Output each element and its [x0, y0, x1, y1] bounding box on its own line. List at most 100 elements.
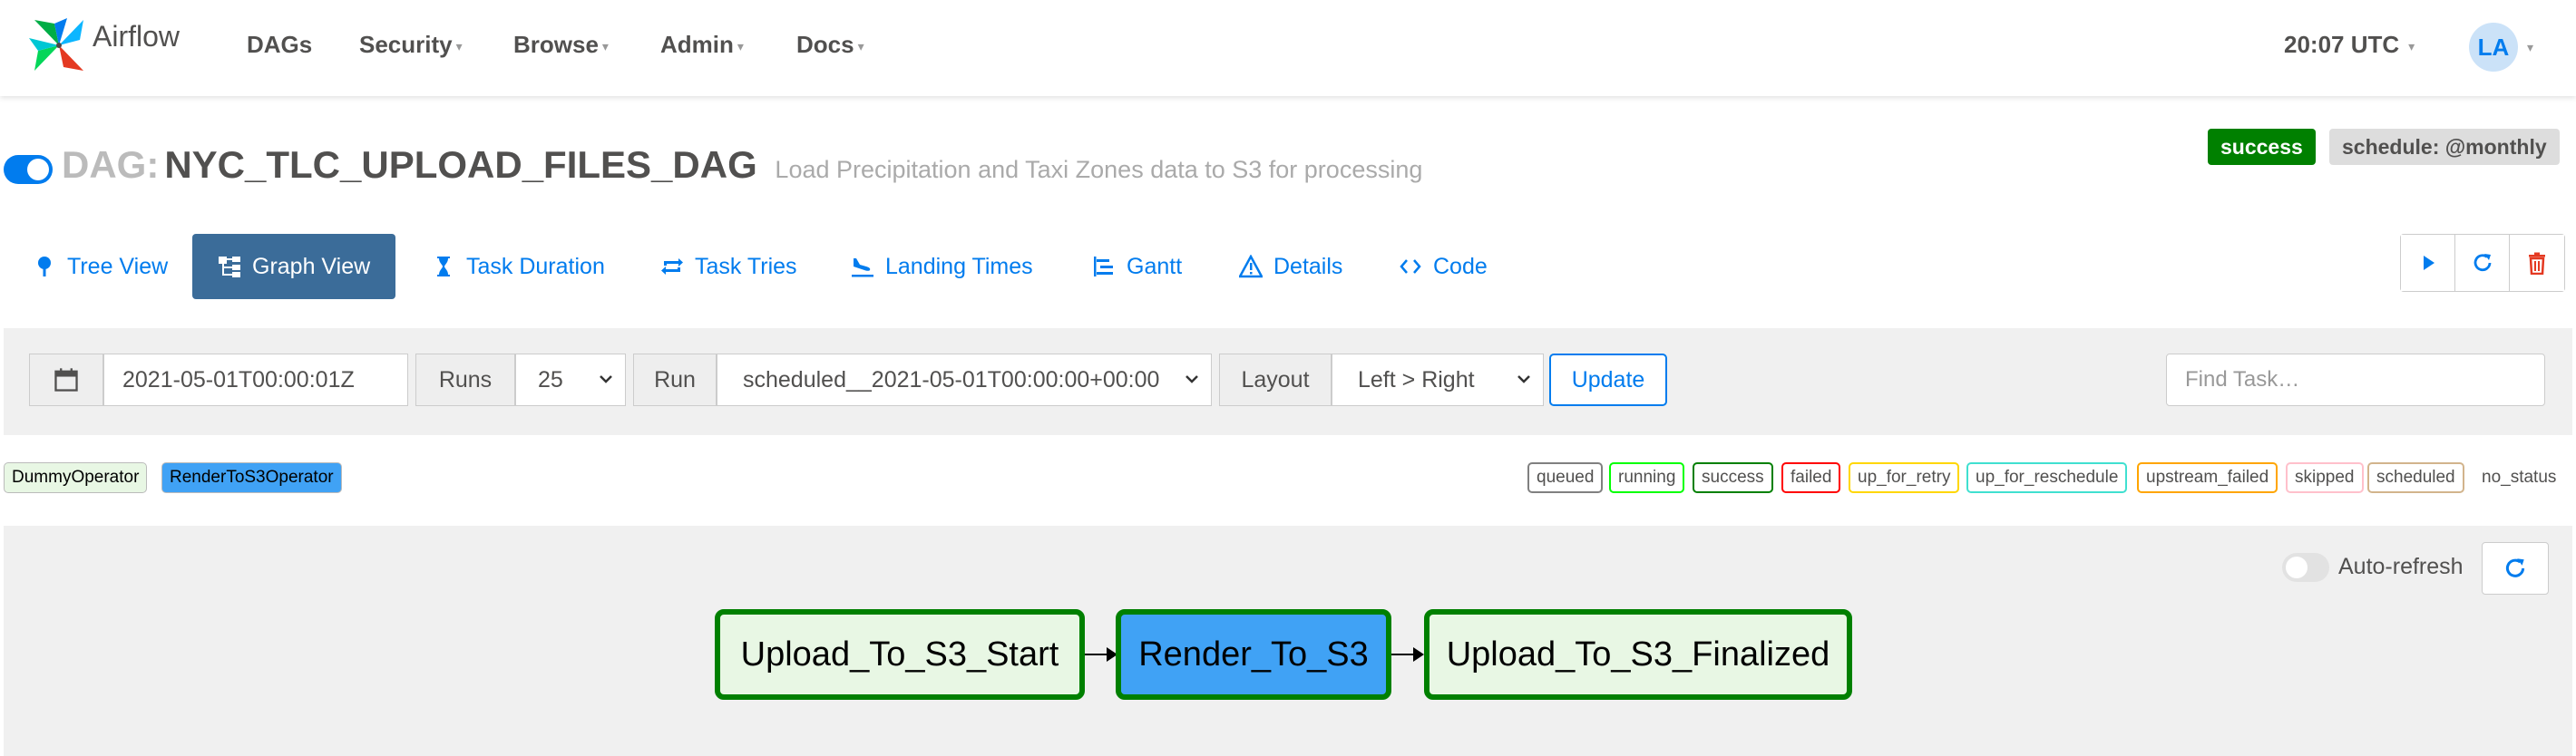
- task-node-upload-finalized[interactable]: Upload_To_S3_Finalized: [1424, 609, 1852, 700]
- tab-label: Code: [1433, 253, 1488, 279]
- legend-state-running: running: [1609, 462, 1685, 493]
- caret-down-icon: ▾: [601, 38, 609, 53]
- play-icon: [2423, 256, 2435, 270]
- tab-graph-view[interactable]: Graph View: [192, 234, 396, 299]
- warning-triangle-icon: [1239, 255, 1263, 278]
- legend-label: queued: [1537, 468, 1595, 487]
- airflow-logo[interactable]: Airflow: [27, 15, 180, 76]
- find-task-input[interactable]: Find Task…: [2166, 354, 2545, 406]
- update-button[interactable]: Update: [1549, 354, 1667, 406]
- refresh-dag-button[interactable]: [2455, 235, 2510, 291]
- task-node-label: Upload_To_S3_Finalized: [1446, 635, 1830, 674]
- tab-task-tries[interactable]: Task Tries: [660, 234, 797, 299]
- legend-label: up_for_retry: [1858, 468, 1951, 487]
- nav-docs[interactable]: Docs ▾: [796, 31, 864, 59]
- tab-code[interactable]: Code: [1399, 234, 1488, 299]
- caret-down-icon: ▾: [2408, 38, 2415, 53]
- tab-label: Tree View: [67, 253, 169, 279]
- run-value: scheduled__2021-05-01T00:00:00+00:00: [743, 366, 1160, 393]
- auto-refresh-label: Auto-refresh: [2338, 554, 2464, 579]
- legend-state-upstream-failed: upstream_failed: [2137, 462, 2278, 493]
- tab-label: Gantt: [1127, 253, 1183, 279]
- calendar-button[interactable]: [29, 354, 103, 406]
- timezone-dropdown[interactable]: 20:07 UTC ▾: [2284, 31, 2415, 59]
- task-node-render[interactable]: Render_To_S3: [1116, 609, 1391, 700]
- code-icon: [1400, 259, 1421, 274]
- legend-label: scheduled: [2376, 468, 2455, 487]
- runs-label-text: Runs: [438, 366, 493, 393]
- dag-pause-toggle[interactable]: [4, 155, 53, 184]
- tree-icon: [38, 257, 51, 276]
- task-node-upload-start[interactable]: Upload_To_S3_Start: [715, 609, 1085, 700]
- layout-label: Layout: [1219, 354, 1332, 406]
- legend-state-success: success: [1693, 462, 1773, 493]
- tab-label: Landing Times: [885, 253, 1033, 279]
- tab-tree-view[interactable]: Tree View: [33, 234, 168, 299]
- plane-landing-icon: [852, 258, 873, 277]
- tab-gantt[interactable]: Gantt: [1092, 234, 1182, 299]
- tab-label: Graph View: [252, 253, 371, 279]
- current-time: 20:07 UTC: [2284, 31, 2400, 58]
- dag-title: DAG: NYC_TLC_UPLOAD_FILES_DAG Load Precip…: [62, 143, 1422, 187]
- tab-task-duration[interactable]: Task Duration: [432, 234, 605, 299]
- task-node-label: Upload_To_S3_Start: [740, 635, 1059, 674]
- nav-admin[interactable]: Admin ▾: [660, 31, 744, 59]
- delete-dag-button[interactable]: [2510, 235, 2564, 291]
- legend-label: running: [1618, 468, 1676, 487]
- chevron-down-icon: [600, 375, 612, 383]
- graph-icon: [219, 257, 240, 277]
- user-avatar[interactable]: LA: [2469, 23, 2518, 72]
- run-select[interactable]: scheduled__2021-05-01T00:00:00+00:00: [717, 354, 1212, 406]
- base-date-input[interactable]: 2021-05-01T00:00:01Z: [103, 354, 408, 406]
- legend-label: RenderToS3Operator: [170, 468, 334, 487]
- refresh-icon: [2474, 254, 2491, 272]
- run-label: Run: [633, 354, 717, 406]
- find-task-placeholder: Find Task…: [2185, 367, 2300, 392]
- runs-value: 25: [538, 366, 563, 393]
- refresh-icon: [2505, 558, 2525, 577]
- legend-state-failed: failed: [1781, 462, 1841, 493]
- nav-docs-label: Docs: [796, 31, 854, 58]
- calendar-icon: [54, 368, 78, 392]
- legend-state-scheduled: scheduled: [2367, 462, 2464, 493]
- graph-refresh-button[interactable]: [2482, 542, 2549, 595]
- pinwheel-icon: [29, 18, 83, 71]
- legend-render-operator: RenderToS3Operator: [161, 462, 342, 493]
- trigger-dag-button[interactable]: [2401, 235, 2455, 291]
- schedule-badge: schedule: @monthly: [2329, 129, 2560, 165]
- tab-landing-times[interactable]: Landing Times: [851, 234, 1033, 299]
- dag-state-badge: success: [2208, 129, 2316, 165]
- runs-select[interactable]: 25: [515, 354, 626, 406]
- run-label-text: Run: [654, 366, 696, 393]
- trash-icon: [2529, 252, 2545, 275]
- nav-security[interactable]: Security ▾: [359, 31, 463, 59]
- auto-refresh-toggle[interactable]: [2282, 553, 2329, 582]
- legend-state-up-for-retry: up_for_retry: [1849, 462, 1960, 493]
- layout-select[interactable]: Left > Right: [1332, 354, 1544, 406]
- caret-down-icon[interactable]: ▾: [2527, 40, 2533, 55]
- tab-label: Details: [1273, 253, 1343, 279]
- nav-dags[interactable]: DAGs: [247, 31, 312, 59]
- dag-prefix: DAG:: [62, 143, 160, 186]
- caret-down-icon: ▾: [455, 38, 463, 53]
- update-label: Update: [1571, 366, 1645, 393]
- navbar: Airflow DAGs Security ▾ Browse ▾ Admin ▾ Do…: [0, 0, 2576, 96]
- legend-dummy-operator: DummyOperator: [4, 462, 148, 493]
- brand-name: Airflow: [93, 19, 181, 53]
- retry-icon: [661, 258, 683, 275]
- arrowhead-icon: [1413, 647, 1424, 662]
- nav-browse[interactable]: Browse ▾: [513, 31, 609, 59]
- legend-state-skipped: skipped: [2286, 462, 2364, 493]
- legend-state-queued: queued: [1527, 462, 1604, 493]
- legend-label: up_for_reschedule: [1976, 468, 2119, 487]
- legend-label: success: [1702, 468, 1764, 487]
- gantt-icon: [1094, 257, 1113, 276]
- tab-details[interactable]: Details: [1239, 234, 1342, 299]
- chevron-down-icon: [1517, 375, 1530, 383]
- nav-browse-label: Browse: [513, 31, 599, 58]
- toggle-knob: [27, 159, 49, 180]
- chevron-down-icon: [1186, 375, 1198, 383]
- caret-down-icon: ▾: [737, 38, 744, 53]
- legend-label: skipped: [2295, 468, 2355, 487]
- toggle-knob: [2286, 557, 2308, 578]
